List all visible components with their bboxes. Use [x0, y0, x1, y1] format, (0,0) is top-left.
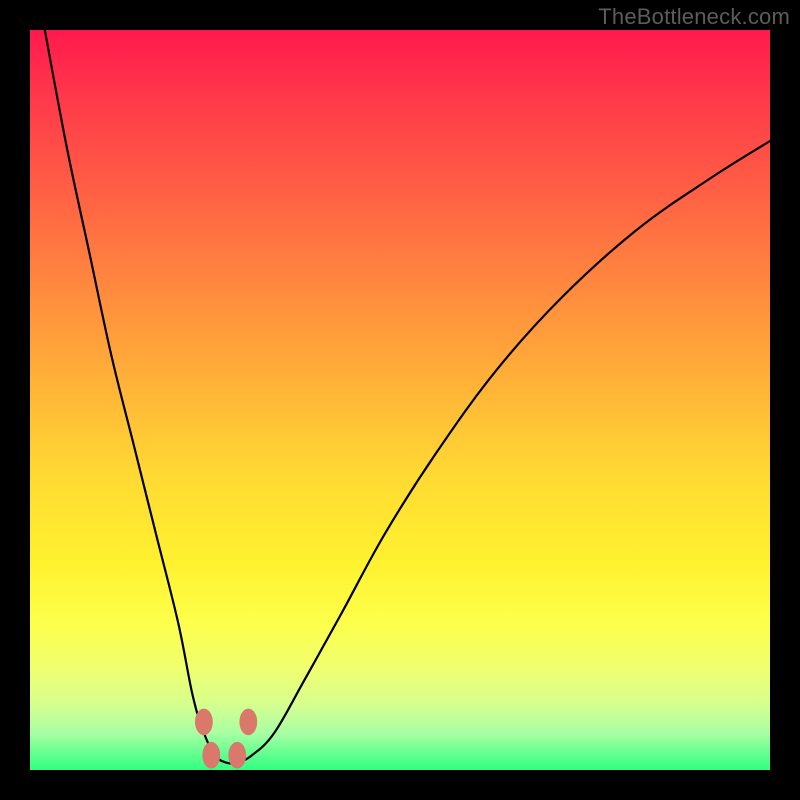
bottleneck-curve-path: [45, 30, 770, 764]
minimum-marker: [202, 742, 220, 769]
minimum-marker: [239, 709, 257, 736]
minimum-marker: [228, 742, 246, 769]
chart-frame: TheBottleneck.com: [0, 0, 800, 800]
brand-watermark: TheBottleneck.com: [598, 4, 790, 30]
minimum-marker: [195, 709, 213, 736]
curve-svg: [30, 30, 770, 770]
marker-group: [195, 709, 257, 769]
plot-area: [30, 30, 770, 770]
